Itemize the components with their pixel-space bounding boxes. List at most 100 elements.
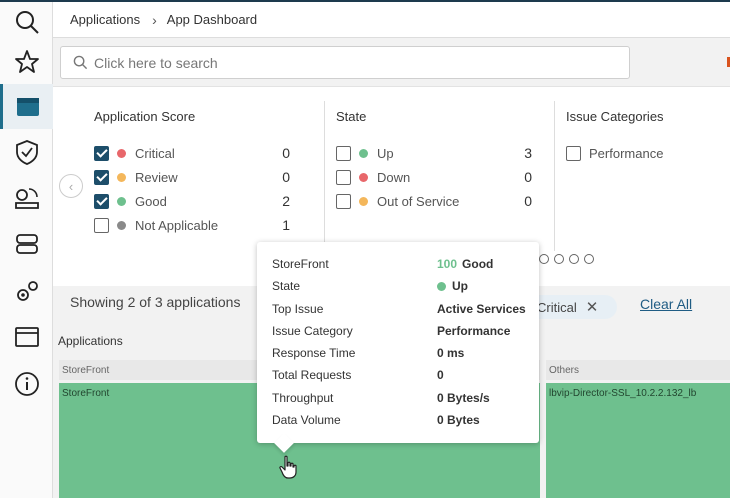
filter-title-issue-categories: Issue Categories — [566, 109, 664, 124]
breadcrumb-current: App Dashboard — [166, 12, 258, 27]
info-icon — [14, 372, 39, 396]
filter-label: Review — [135, 169, 178, 185]
tooltip-value: Performance — [437, 324, 511, 338]
tooltip-label: State — [272, 279, 301, 293]
app-tooltip: StoreFront 100 Good State Up Top Issue A… — [257, 242, 539, 453]
carousel-prev-button[interactable]: ‹ — [59, 174, 83, 198]
checkbox[interactable] — [566, 145, 581, 161]
status-dot — [359, 148, 368, 158]
tooltip-label: StoreFront — [272, 257, 329, 271]
search-placeholder: Click here to search — [94, 54, 218, 71]
sidebar-item-settings[interactable] — [0, 272, 53, 312]
filter-not-applicable[interactable]: Not Applicable — [94, 215, 218, 235]
score-value: 100 — [437, 257, 458, 271]
pager-dot[interactable] — [584, 254, 594, 264]
app-tile-lbvip-director[interactable]: lbvip-Director-SSL_10.2.2.132_lb — [546, 383, 730, 498]
sidebar-item-search[interactable] — [0, 2, 53, 42]
search-icon — [15, 11, 39, 34]
results-summary: Showing 2 of 3 applications — [70, 294, 241, 310]
carousel-pager — [539, 254, 594, 264]
search-icon — [73, 55, 88, 70]
filter-count: 0 — [524, 169, 532, 185]
tooltip-value: 0 ms — [437, 346, 465, 360]
sidebar-item-favorites[interactable] — [0, 42, 53, 82]
tooltip-value: Active Services — [437, 302, 526, 316]
filter-count: 2 — [282, 193, 290, 209]
shield-check-icon — [15, 140, 38, 165]
checkbox[interactable] — [336, 145, 351, 161]
search-input[interactable]: Click here to search — [60, 46, 630, 79]
checkbox[interactable] — [94, 169, 109, 185]
tile-label: StoreFront — [62, 388, 110, 399]
tooltip-label: Throughput — [272, 391, 334, 405]
sidebar-item-security[interactable] — [0, 132, 53, 172]
filter-review[interactable]: Review — [94, 167, 178, 187]
close-icon[interactable]: ✕ — [586, 298, 599, 316]
pager-dot[interactable] — [539, 254, 549, 264]
filter-chip-critical[interactable]: Critical ✕ — [527, 295, 617, 319]
filter-down[interactable]: Down — [336, 167, 410, 187]
sidebar-item-applications[interactable] — [0, 84, 53, 129]
checkbox[interactable] — [336, 169, 351, 185]
sidebar-item-window[interactable] — [0, 317, 53, 357]
checkbox[interactable] — [94, 145, 109, 161]
filter-out-of-service[interactable]: Out of Service — [336, 191, 459, 211]
group-header-others: Others — [546, 360, 730, 380]
filter-count: 0 — [524, 193, 532, 209]
filter-label: Down — [377, 169, 411, 185]
star-icon — [14, 50, 39, 73]
sidebar — [0, 2, 53, 498]
status-dot — [359, 172, 368, 182]
filter-up[interactable]: Up — [336, 143, 394, 163]
network-icon — [14, 188, 39, 209]
tooltip-label: Response Time — [272, 346, 356, 360]
filter-label: Up — [377, 145, 394, 161]
tooltip-state: Up — [437, 278, 468, 294]
sidebar-item-servers[interactable] — [0, 224, 53, 264]
filter-performance[interactable]: Performance — [566, 143, 663, 163]
status-dot — [117, 196, 126, 206]
tooltip-value: 0 Bytes — [437, 413, 480, 427]
tooltip-score: 100 Good — [437, 256, 493, 272]
tooltip-label: Top Issue — [272, 302, 324, 316]
filter-count: 1 — [282, 217, 290, 233]
sidebar-item-info[interactable] — [0, 364, 53, 404]
filter-label: Not Applicable — [135, 217, 219, 233]
tooltip-label: Data Volume — [272, 413, 341, 427]
filter-title-state: State — [336, 109, 367, 124]
sidebar-item-network[interactable] — [0, 177, 53, 217]
checkbox[interactable] — [336, 193, 351, 209]
status-dot — [117, 172, 126, 182]
filter-good[interactable]: Good — [94, 191, 167, 211]
tooltip-value: 0 — [437, 368, 444, 382]
breadcrumb-parent[interactable]: Applications — [70, 12, 140, 27]
clear-all-link[interactable]: Clear All — [640, 296, 692, 312]
app-window-icon — [17, 97, 39, 116]
tooltip-label: Total Requests — [272, 368, 352, 382]
status-dot — [117, 148, 126, 158]
divider — [554, 101, 555, 251]
hand-cursor-icon — [279, 455, 297, 479]
filter-label: Out of Service — [377, 193, 460, 209]
server-icon — [15, 234, 38, 254]
state-value: Up — [452, 279, 468, 293]
chevron-right-icon: › — [152, 11, 157, 28]
filter-label: Critical — [135, 145, 175, 161]
applications-section-title: Applications — [58, 334, 123, 348]
pager-dot[interactable] — [554, 254, 564, 264]
chevron-left-icon: ‹ — [68, 178, 74, 194]
checkbox[interactable] — [94, 193, 109, 209]
pager-dot[interactable] — [569, 254, 579, 264]
tooltip-label: Issue Category — [272, 324, 353, 338]
window-icon — [14, 327, 39, 347]
filter-count: 3 — [524, 145, 532, 161]
breadcrumb: Applications › App Dashboard — [53, 2, 730, 38]
filter-critical[interactable]: Critical — [94, 143, 175, 163]
status-dot — [117, 220, 126, 230]
checkbox[interactable] — [94, 217, 109, 233]
tooltip-value: 0 Bytes/s — [437, 391, 490, 405]
status-dot — [359, 196, 368, 206]
filter-label: Performance — [589, 145, 664, 161]
score-label: Good — [462, 257, 494, 271]
divider — [324, 101, 325, 251]
